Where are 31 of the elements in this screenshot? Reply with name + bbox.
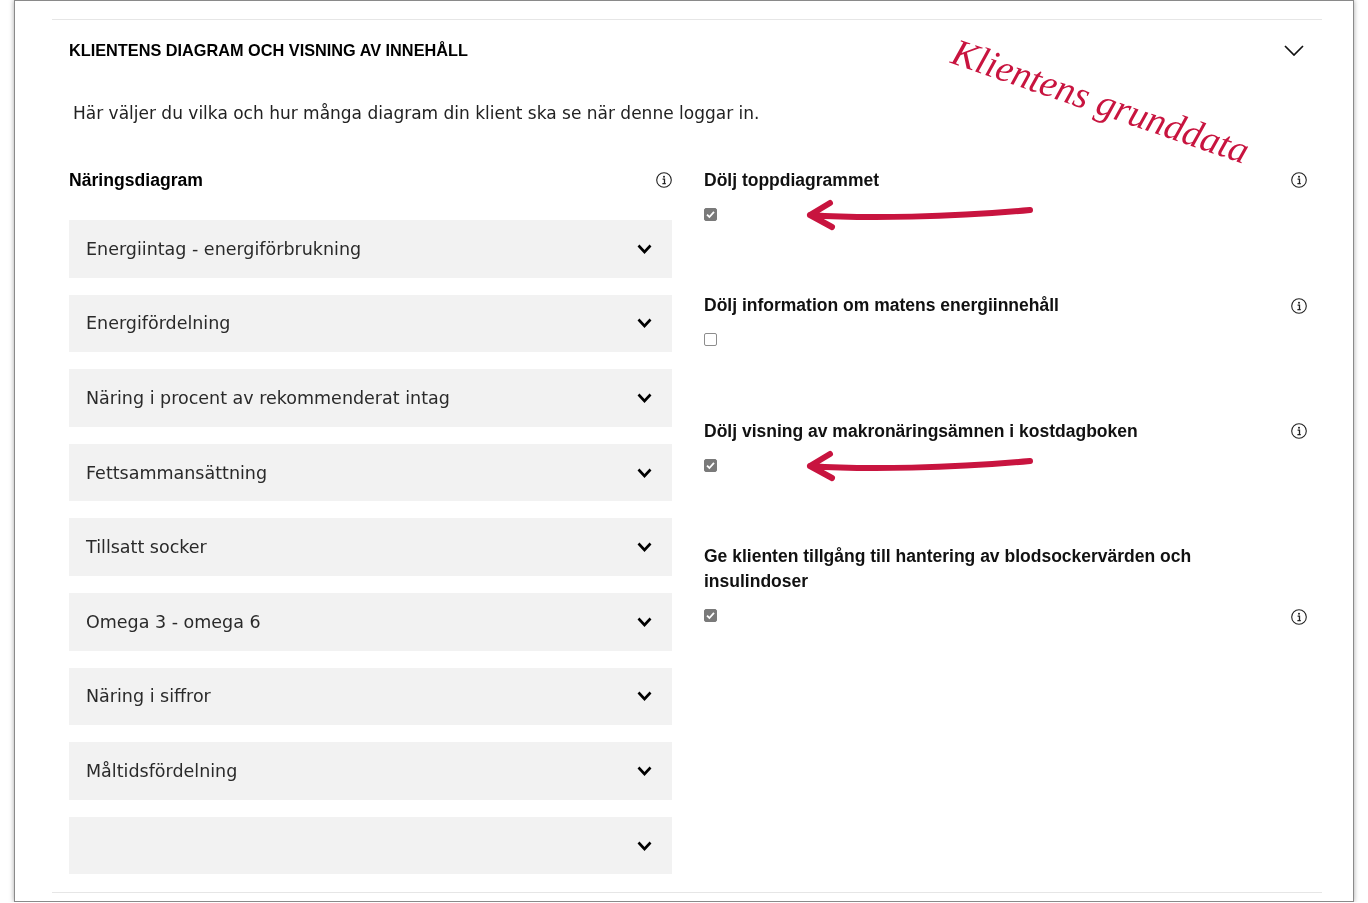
info-icon[interactable] xyxy=(1291,608,1307,625)
chevron-down-icon xyxy=(637,765,652,776)
setting-label: Dölj information om matens energiinnehåll xyxy=(704,294,1059,317)
accordion-toggle[interactable]: Näring i siffror xyxy=(69,667,672,726)
accordion-toggle[interactable]: Omega 3 - omega 6 xyxy=(69,592,672,651)
section-title: KLIENTENS DIAGRAM OCH VISNING AV INNEHÅLL xyxy=(69,41,468,60)
accordion-toggle[interactable]: Energiintag - energiförbrukning xyxy=(69,220,672,278)
info-icon[interactable] xyxy=(1291,297,1307,314)
chevron-down-icon xyxy=(637,542,652,553)
setting-label: Ge klienten tillgång till hantering av blodsockervärden och insulindoser xyxy=(704,545,1193,593)
info-icon[interactable] xyxy=(656,172,672,188)
chevron-down-icon xyxy=(637,840,652,851)
chevron-down-icon xyxy=(637,691,652,702)
info-icon[interactable] xyxy=(1291,172,1307,188)
chevron-down-icon xyxy=(1284,45,1304,56)
info-icon[interactable] xyxy=(1291,423,1307,439)
accordion-toggle[interactable]: Fettsammansättning xyxy=(69,443,672,502)
section-toggle[interactable] xyxy=(1284,45,1304,56)
chevron-down-icon xyxy=(637,467,652,478)
chevron-down-icon xyxy=(637,393,652,403)
accordion-toggle[interactable] xyxy=(69,816,672,875)
accordion-toggle[interactable]: Måltidsfördelning xyxy=(69,742,672,800)
setting-label: Dölj toppdiagrammet xyxy=(704,168,879,192)
accordion-toggle[interactable]: Näring i procent av rekommenderat intag xyxy=(69,369,672,427)
accordion-toggle[interactable]: Tillsatt socker xyxy=(69,518,672,576)
column-heading: Näringsdiagram xyxy=(69,169,203,191)
accordion-toggle[interactable]: Energifördelning xyxy=(69,294,672,353)
setting-label: Dölj visning av makronäringsämnen i kostdagboken xyxy=(704,419,1138,443)
chevron-down-icon xyxy=(637,616,652,627)
chevron-down-icon xyxy=(637,243,652,254)
chevron-down-icon xyxy=(637,318,652,329)
